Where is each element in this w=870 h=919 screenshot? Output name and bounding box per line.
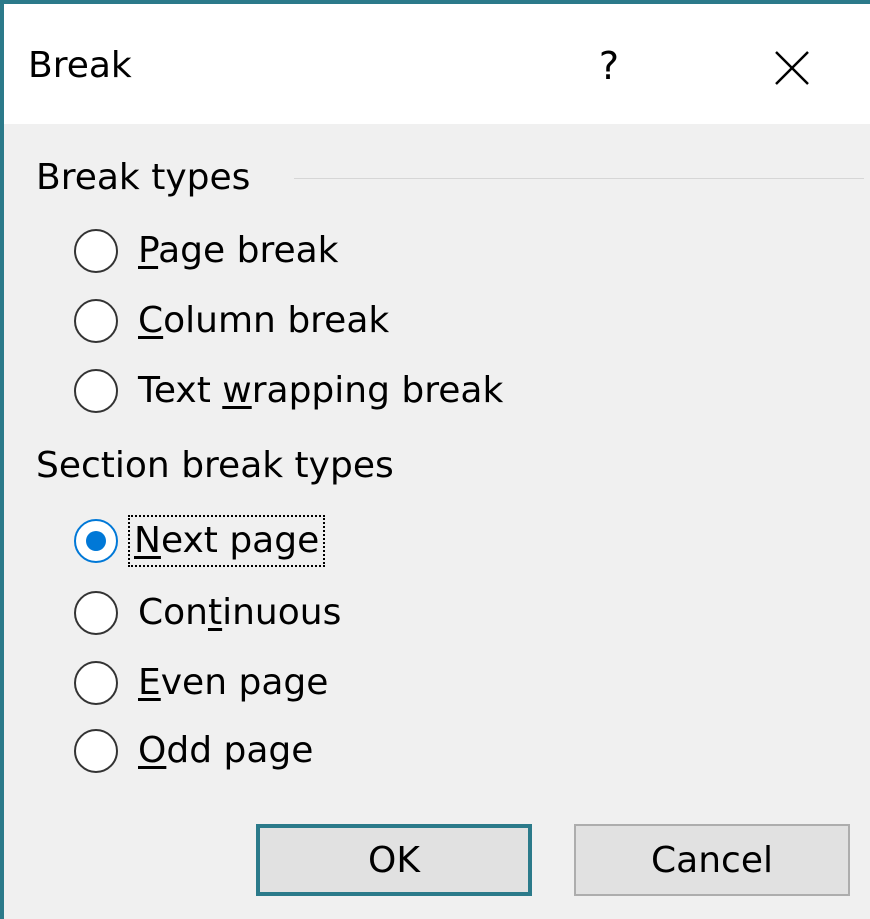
radio-label: Next page <box>127 515 326 567</box>
break-types-label: Break types <box>36 157 251 198</box>
radio-button[interactable] <box>74 369 118 413</box>
radio-label: Continuous <box>138 592 342 633</box>
break-dialog: Break ? Break types Page break Column br… <box>0 0 870 919</box>
ok-button[interactable]: OK <box>256 824 532 896</box>
group-divider <box>294 178 864 179</box>
radio-button[interactable] <box>74 229 118 273</box>
radio-label: Even page <box>138 662 329 703</box>
help-button[interactable]: ? <box>594 44 624 88</box>
cancel-button[interactable]: Cancel <box>574 824 850 896</box>
radio-column-break[interactable]: Column break <box>74 296 389 346</box>
radio-button-selected[interactable] <box>74 519 118 563</box>
radio-button[interactable] <box>74 729 118 773</box>
radio-label: Column break <box>138 300 390 341</box>
radio-continuous[interactable]: Continuous <box>74 588 341 638</box>
radio-next-page[interactable]: Next page <box>74 515 326 567</box>
radio-odd-page[interactable]: Odd page <box>74 726 313 776</box>
radio-label: Text wrapping break <box>138 370 504 411</box>
radio-even-page[interactable]: Even page <box>74 658 328 708</box>
close-icon[interactable] <box>772 48 812 88</box>
title-bar: Break ? <box>4 4 870 124</box>
radio-text-wrapping-break[interactable]: Text wrapping break <box>74 366 503 416</box>
radio-label: Odd page <box>138 730 314 771</box>
section-break-types-label: Section break types <box>36 445 394 486</box>
radio-button[interactable] <box>74 591 118 635</box>
radio-label: Page break <box>138 230 339 271</box>
radio-button[interactable] <box>74 299 118 343</box>
dialog-title: Break <box>28 45 132 86</box>
radio-button[interactable] <box>74 661 118 705</box>
radio-page-break[interactable]: Page break <box>74 226 339 276</box>
